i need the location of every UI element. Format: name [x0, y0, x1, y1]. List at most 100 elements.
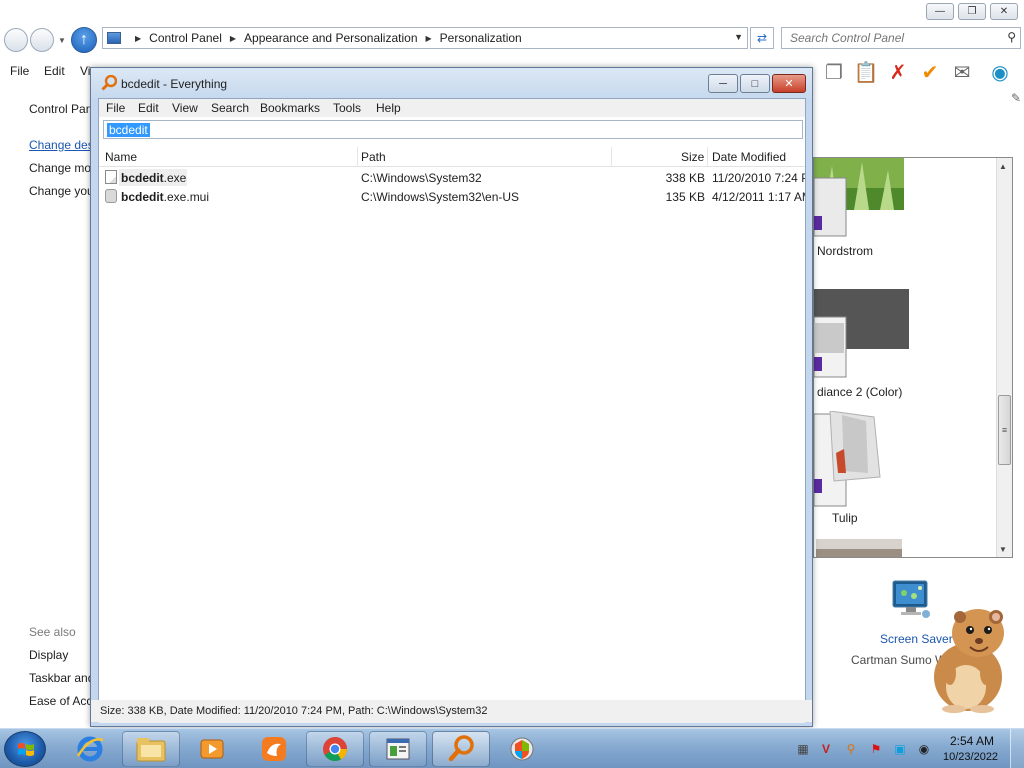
display-link[interactable]: Display: [29, 648, 68, 662]
everything-titlebar[interactable]: bcdedit - Everything ─ □ ✕: [91, 68, 812, 98]
copy-icon[interactable]: ❐: [822, 60, 846, 84]
breadcrumb-appearance[interactable]: Appearance and Personalization: [244, 31, 417, 45]
envelope-icon[interactable]: ✉: [950, 60, 974, 84]
result-path: C:\Windows\System32: [361, 171, 482, 185]
menu-search[interactable]: Search: [211, 101, 249, 115]
search-query-text[interactable]: bcdedit: [107, 123, 150, 137]
control-panel-titlebar: — ❐ ✕: [0, 0, 1024, 24]
menu-edit[interactable]: Edit: [138, 101, 159, 115]
theme-label[interactable]: Tulip: [832, 511, 858, 525]
forward-button[interactable]: [30, 28, 54, 52]
theme-label[interactable]: Nordstrom: [817, 244, 873, 258]
scrollbar-thumb[interactable]: ≡: [998, 395, 1011, 465]
result-name[interactable]: bcdedit.exe.mui: [121, 190, 209, 204]
chevron-right-icon[interactable]: ▶: [135, 34, 141, 43]
menu-tools[interactable]: Tools: [333, 101, 361, 115]
flag-tray-icon[interactable]: ⚑: [868, 741, 884, 757]
tulip-theme-thumbnail[interactable]: [814, 411, 894, 507]
chevron-right-icon[interactable]: ▶: [426, 34, 432, 43]
result-row[interactable]: bcdedit.exe.mui C:\Windows\System32\en-U…: [99, 187, 805, 206]
menu-file[interactable]: File: [106, 101, 125, 115]
control-panel-taskbar-button[interactable]: [369, 731, 427, 767]
theme-thumbnail[interactable]: [816, 539, 902, 558]
taskbar: ▦ V ⚲ ⚑ ▣ ◉ 2:54 AM 10/23/2022: [0, 728, 1024, 768]
pen-icon[interactable]: ✎: [1004, 86, 1024, 110]
clock-time[interactable]: 2:54 AM: [950, 734, 994, 748]
recent-pages-dropdown-icon[interactable]: ▼: [58, 36, 66, 45]
minimize-button[interactable]: ─: [708, 74, 738, 93]
menu-view[interactable]: View: [172, 101, 198, 115]
theme-list-scrollbar[interactable]: [996, 158, 1012, 557]
display-tray-icon[interactable]: ▣: [892, 741, 908, 757]
menu-help[interactable]: Help: [376, 101, 401, 115]
menu-view[interactable]: Vi: [80, 64, 90, 78]
uc-browser-icon: [262, 737, 286, 761]
close-button[interactable]: ✕: [990, 3, 1018, 20]
scroll-down-icon[interactable]: ▼: [999, 545, 1007, 554]
nordstrom-theme-thumbnail[interactable]: [814, 158, 906, 238]
magnifier-app-icon: [101, 75, 117, 91]
delete-icon[interactable]: ✗: [886, 60, 910, 84]
uc-browser-button[interactable]: [245, 731, 303, 767]
column-header-path[interactable]: Path: [361, 150, 386, 164]
taskbar-link[interactable]: Taskbar and: [29, 671, 94, 685]
antivirus-tray-icon[interactable]: V: [818, 741, 834, 757]
maximize-button[interactable]: ❐: [958, 3, 986, 20]
volume-tray-icon[interactable]: ◉: [916, 741, 932, 757]
up-level-button[interactable]: ↑: [71, 27, 97, 53]
search-box[interactable]: ⚲: [781, 27, 1021, 49]
change-desktop-icons-link[interactable]: Change des: [29, 138, 94, 152]
clock-date[interactable]: 10/23/2022: [943, 751, 998, 763]
column-divider[interactable]: [707, 147, 708, 167]
menu-edit[interactable]: Edit: [44, 64, 65, 78]
mui-file-icon: [105, 189, 117, 203]
radiance-theme-thumbnail[interactable]: [814, 289, 910, 381]
scroll-up-icon[interactable]: ▲: [999, 162, 1007, 171]
everything-taskbar-button[interactable]: [432, 731, 490, 767]
control-panel-sidebar: Control Pan Change des Change mo Change …: [0, 90, 100, 720]
theme-label[interactable]: diance 2 (Color): [817, 385, 902, 399]
document-window-icon: [386, 738, 410, 760]
control-panel-icon: [107, 32, 121, 44]
change-mouse-pointers-link[interactable]: Change mo: [29, 161, 91, 175]
maximize-button[interactable]: □: [740, 74, 770, 93]
column-header-size[interactable]: Size: [681, 150, 704, 164]
menu-bookmarks[interactable]: Bookmarks: [260, 101, 320, 115]
menu-file[interactable]: File: [10, 64, 29, 78]
search-input[interactable]: [782, 28, 992, 48]
chrome-button[interactable]: [306, 731, 364, 767]
minimize-button[interactable]: —: [926, 3, 954, 20]
address-dropdown-icon[interactable]: ▼: [734, 32, 743, 42]
ease-of-access-link[interactable]: Ease of Acc: [29, 694, 92, 708]
refresh-button[interactable]: ⇄: [750, 27, 774, 49]
search-tray-icon[interactable]: ⚲: [843, 741, 859, 757]
column-divider[interactable]: [611, 147, 612, 167]
internet-explorer-button[interactable]: [61, 731, 119, 767]
globe-icon[interactable]: ◉: [988, 60, 1012, 84]
start-button[interactable]: [4, 731, 46, 767]
back-button[interactable]: [4, 28, 28, 52]
control-panel-home-link[interactable]: Control Pan: [29, 102, 92, 116]
search-icon[interactable]: ⚲: [1007, 30, 1016, 44]
media-player-icon: [200, 739, 224, 759]
windows-explorer-button[interactable]: [122, 731, 180, 767]
close-button[interactable]: ✕: [772, 74, 806, 93]
app-taskbar-button[interactable]: [493, 731, 551, 767]
media-player-button[interactable]: [183, 731, 241, 767]
checkmark-icon[interactable]: ✔: [918, 60, 942, 84]
breadcrumb-control-panel[interactable]: Control Panel: [149, 31, 222, 45]
address-bar[interactable]: ▶ Control Panel ▶ Appearance and Persona…: [102, 27, 748, 49]
breadcrumb-personalization[interactable]: Personalization: [440, 31, 522, 45]
change-account-picture-link[interactable]: Change you: [29, 184, 94, 198]
column-divider[interactable]: [357, 147, 358, 167]
column-header-date-modified[interactable]: Date Modified: [712, 150, 786, 164]
result-name[interactable]: bcdedit.exe: [121, 171, 186, 185]
chevron-right-icon[interactable]: ▶: [230, 34, 236, 43]
network-tray-icon[interactable]: ▦: [795, 741, 811, 757]
search-input[interactable]: bcdedit: [103, 120, 803, 139]
show-desktop-button[interactable]: [1010, 729, 1024, 768]
column-header-name[interactable]: Name: [105, 150, 137, 164]
clipboard-icon[interactable]: 📋: [854, 60, 879, 84]
result-row[interactable]: bcdedit.exe C:\Windows\System32 338 KB 1…: [99, 168, 805, 187]
status-bar: Size: 338 KB, Date Modified: 11/20/2010 …: [91, 700, 812, 722]
